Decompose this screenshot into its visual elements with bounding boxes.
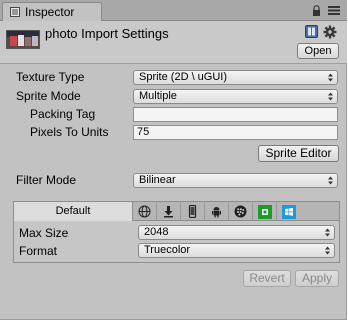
filter-mode-value: Bilinear xyxy=(139,174,176,186)
packing-tag-label: Packing Tag xyxy=(30,107,96,121)
format-label: Format xyxy=(19,244,58,258)
dropdown-arrows-icon xyxy=(328,92,333,101)
max-size-value: 2048 xyxy=(144,226,169,238)
texture-type-label: Texture Type xyxy=(16,70,85,84)
apply-button[interactable]: Apply xyxy=(295,270,339,287)
android-icon xyxy=(212,207,221,218)
tab-windows-phone[interactable] xyxy=(277,202,301,221)
sprite-mode-value: Multiple xyxy=(139,90,177,102)
lock-icon[interactable] xyxy=(312,5,321,16)
tab-ios[interactable] xyxy=(181,202,205,221)
sprite-editor-button[interactable]: Sprite Editor xyxy=(258,145,339,162)
platform-settings-panel: Default Max Size 2048 Format Truecolor xyxy=(13,201,340,263)
menu-icon[interactable] xyxy=(328,6,340,15)
pixels-to-units-label: Pixels To Units xyxy=(30,125,109,139)
packing-tag-input[interactable] xyxy=(133,107,338,122)
phone-icon xyxy=(188,205,197,218)
filter-mode-dropdown[interactable]: Bilinear xyxy=(133,173,338,188)
open-button[interactable]: Open xyxy=(297,43,339,59)
tab-default[interactable]: Default xyxy=(14,202,133,221)
page-title: photo Import Settings xyxy=(45,26,169,41)
blackberry-icon xyxy=(234,205,247,218)
sprite-mode-dropdown[interactable]: Multiple xyxy=(133,89,338,104)
texture-thumbnail xyxy=(6,30,40,49)
tab-standalone[interactable] xyxy=(157,202,181,221)
windows-phone-icon xyxy=(282,205,296,219)
format-dropdown[interactable]: Truecolor xyxy=(138,243,335,258)
pixels-to-units-input[interactable]: 75 xyxy=(133,125,338,140)
dropdown-arrows-icon xyxy=(328,73,333,82)
tab-web[interactable] xyxy=(133,202,157,221)
inspector-window: Inspector photo Import Settings Open Tex… xyxy=(0,0,347,320)
format-value: Truecolor xyxy=(144,244,191,256)
tab-bar: Inspector xyxy=(0,0,347,21)
tab-blackberry[interactable] xyxy=(229,202,253,221)
max-size-label: Max Size xyxy=(19,226,69,240)
tab-label: Inspector xyxy=(25,5,75,19)
gear-icon[interactable] xyxy=(323,25,337,39)
download-icon xyxy=(164,206,173,218)
inspector-icon xyxy=(10,7,20,17)
tab-windows-store[interactable] xyxy=(253,202,277,221)
tab-inspector[interactable]: Inspector xyxy=(2,2,102,21)
sprite-mode-label: Sprite Mode xyxy=(16,89,81,103)
globe-icon xyxy=(138,205,151,218)
max-size-dropdown[interactable]: 2048 xyxy=(138,225,335,240)
revert-button[interactable]: Revert xyxy=(243,270,291,287)
asset-header: photo Import Settings Open xyxy=(0,21,347,64)
texture-type-dropdown[interactable]: Sprite (2D \ uGUI) xyxy=(133,70,338,85)
tab-android[interactable] xyxy=(205,202,229,221)
dropdown-arrows-icon xyxy=(325,228,330,237)
windows-store-icon xyxy=(258,205,272,219)
dropdown-arrows-icon xyxy=(325,246,330,255)
texture-type-value: Sprite (2D \ uGUI) xyxy=(139,71,228,83)
help-book-icon[interactable] xyxy=(305,25,318,38)
platform-tabs: Default xyxy=(14,202,339,221)
filter-mode-label: Filter Mode xyxy=(16,173,77,187)
dropdown-arrows-icon xyxy=(328,176,333,185)
